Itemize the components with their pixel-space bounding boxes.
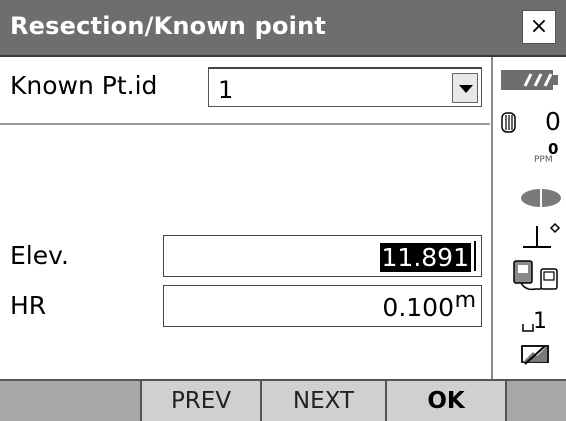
hr-field[interactable]: 0.100 m [163, 285, 482, 327]
tilt-icon [523, 222, 561, 248]
known-pt-value: 1 [218, 76, 234, 104]
ppm-label: PPM [534, 155, 553, 165]
elev-value: 11.891 [379, 243, 471, 272]
elev-label: Elev. [10, 241, 69, 270]
divider [0, 123, 490, 125]
communication-icon [513, 260, 558, 291]
known-pt-select[interactable]: 1 [208, 67, 482, 107]
title-bar: Resection/Known point × [0, 0, 566, 57]
hr-unit: m [454, 288, 476, 313]
elev-field[interactable]: 11.891 [163, 235, 482, 277]
softkey-bar: PREV NEXT OK [0, 379, 566, 421]
text-cursor [474, 241, 476, 271]
hr-value: 0.100 [382, 293, 454, 322]
window-title: Resection/Known point [10, 12, 327, 40]
prev-button[interactable]: PREV [140, 381, 260, 421]
softkey-f5[interactable] [505, 381, 566, 421]
next-button[interactable]: NEXT [260, 381, 385, 421]
target-icon [521, 189, 561, 207]
underscore-icon [522, 324, 534, 332]
known-pt-label: Known Pt.id [10, 71, 158, 100]
prism-icon [501, 112, 516, 133]
prism-constant: 0 [545, 107, 561, 136]
memory-icon [521, 345, 549, 365]
app-window: Resection/Known point × Known Pt.id 1 El… [0, 0, 566, 421]
main-panel: Known Pt.id 1 Elev. 11.891 HR 0.100 m [0, 57, 490, 379]
close-button[interactable]: × [522, 10, 556, 44]
input-mode-value: 1 [533, 309, 547, 334]
battery-icon [501, 70, 558, 90]
ok-button[interactable]: OK [385, 381, 505, 421]
hr-label: HR [10, 291, 47, 320]
status-panel: 0 0 PPM 1 [491, 57, 566, 379]
chevron-down-icon[interactable] [452, 73, 478, 103]
softkey-f1[interactable] [0, 381, 140, 421]
